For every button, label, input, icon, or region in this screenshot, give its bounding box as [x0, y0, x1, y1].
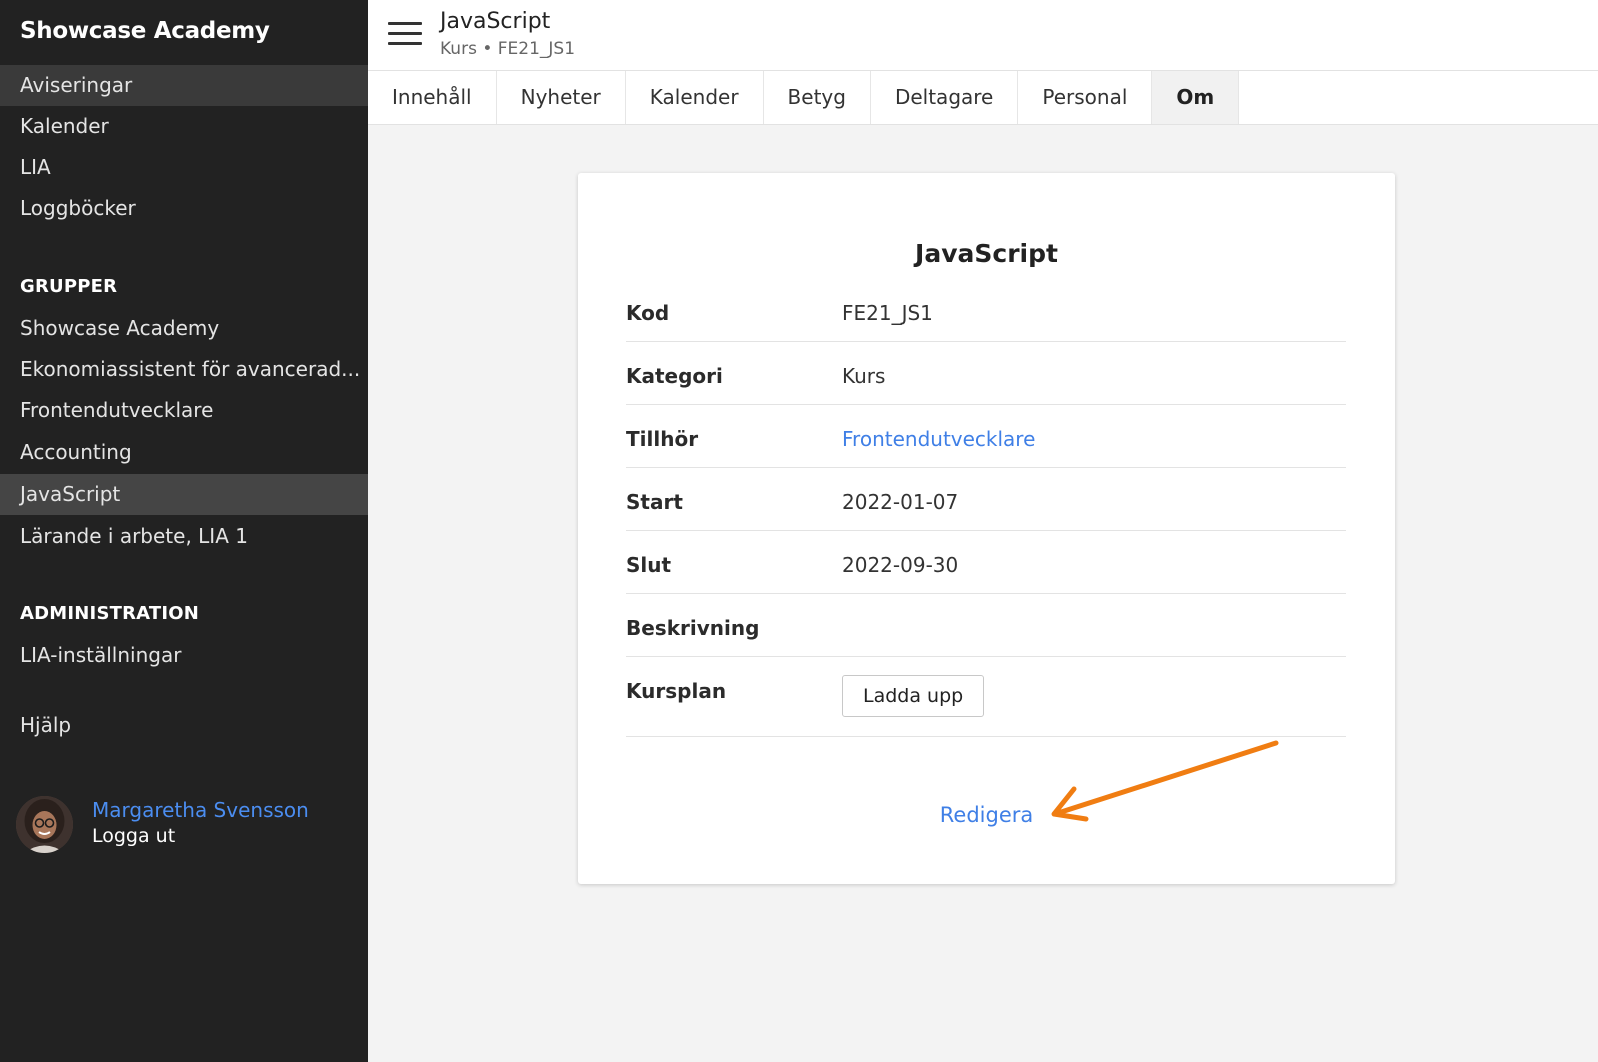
- top-bar: JavaScript Kurs • FE21_JS1: [368, 0, 1598, 71]
- info-row-start: Start 2022-01-07: [626, 468, 1346, 531]
- administration-heading: ADMINISTRATION: [20, 603, 200, 624]
- brand-title[interactable]: Showcase Academy: [20, 18, 270, 44]
- tab-deltagare[interactable]: Deltagare: [871, 71, 1019, 124]
- info-row-kod: Kod FE21_JS1: [626, 279, 1346, 342]
- page-subtitle: Kurs • FE21_JS1: [440, 39, 576, 59]
- tab-personal[interactable]: Personal: [1018, 71, 1153, 124]
- course-tabs: Innehåll Nyheter Kalender Betyg Deltagar…: [368, 71, 1598, 125]
- info-row-slut: Slut 2022-09-30: [626, 531, 1346, 594]
- tab-nyheter[interactable]: Nyheter: [497, 71, 626, 124]
- sidebar-item-javascript[interactable]: JavaScript: [0, 474, 368, 515]
- sidebar: Showcase Academy Aviseringar Kalender LI…: [0, 0, 368, 1062]
- info-value: 2022-01-07: [842, 490, 959, 514]
- tab-om[interactable]: Om: [1152, 71, 1240, 124]
- info-row-kategori: Kategori Kurs: [626, 342, 1346, 405]
- sidebar-item-larande-i-arbete[interactable]: Lärande i arbete, LIA 1: [0, 516, 368, 557]
- info-value: FE21_JS1: [842, 301, 933, 325]
- sidebar-item-lia-installningar[interactable]: LIA-inställningar: [0, 635, 368, 676]
- user-panel: Margaretha Svensson Logga ut: [16, 796, 356, 856]
- upload-button[interactable]: Ladda upp: [842, 675, 985, 717]
- info-label: Beskrivning: [626, 616, 760, 640]
- tab-innehall[interactable]: Innehåll: [368, 71, 497, 124]
- page-title: JavaScript: [440, 9, 551, 34]
- sidebar-item-kalender[interactable]: Kalender: [0, 106, 368, 147]
- sidebar-item-showcase-academy[interactable]: Showcase Academy: [0, 308, 368, 349]
- info-row-tillhor: Tillhör Frontendutvecklare: [626, 405, 1346, 468]
- menu-icon[interactable]: [388, 22, 422, 46]
- info-row-beskrivning: Beskrivning: [626, 594, 1346, 657]
- info-label: Kategori: [626, 364, 723, 388]
- info-label: Kursplan: [626, 679, 727, 703]
- sidebar-item-accounting[interactable]: Accounting: [0, 432, 368, 473]
- sidebar-item-frontendutvecklare[interactable]: Frontendutvecklare: [0, 390, 368, 431]
- tab-kalender[interactable]: Kalender: [626, 71, 764, 124]
- info-value: 2022-09-30: [842, 553, 959, 577]
- avatar-image-icon: [16, 796, 73, 853]
- user-name-link[interactable]: Margaretha Svensson: [92, 798, 309, 822]
- sidebar-item-aviseringar[interactable]: Aviseringar: [0, 65, 368, 106]
- card-title: JavaScript: [915, 239, 1058, 268]
- annotation-arrow-icon: [1051, 740, 1279, 822]
- group-link[interactable]: Frontendutvecklare: [842, 427, 1035, 451]
- sidebar-item-hjalp[interactable]: Hjälp: [0, 705, 368, 746]
- avatar[interactable]: [16, 796, 73, 853]
- sidebar-item-loggbocker[interactable]: Loggböcker: [0, 188, 368, 229]
- info-label: Start: [626, 490, 683, 514]
- logout-link[interactable]: Logga ut: [92, 825, 175, 847]
- info-label: Kod: [626, 301, 670, 325]
- tab-betyg[interactable]: Betyg: [764, 71, 871, 124]
- sidebar-item-ekonomiassistent[interactable]: Ekonomiassistent för avancerad...: [0, 349, 368, 390]
- info-label: Slut: [626, 553, 672, 577]
- groups-heading: GRUPPER: [20, 276, 118, 297]
- course-info-list: Kod FE21_JS1 Kategori Kurs Tillhör Front…: [626, 279, 1346, 737]
- sidebar-item-lia[interactable]: LIA: [0, 147, 368, 188]
- info-row-kursplan: Kursplan Ladda upp: [626, 657, 1346, 737]
- info-label: Tillhör: [626, 427, 699, 451]
- info-value: Kurs: [842, 364, 886, 388]
